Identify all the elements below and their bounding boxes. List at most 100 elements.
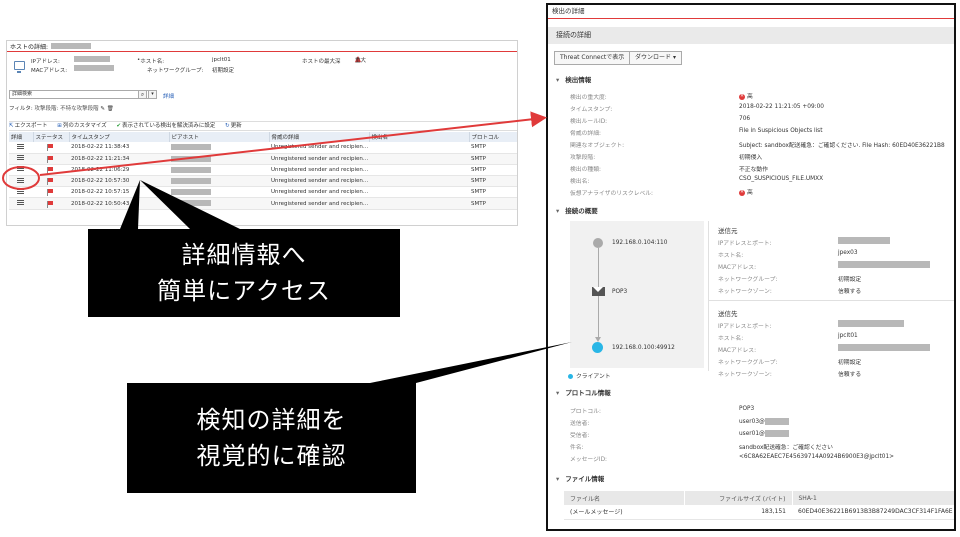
info-key: 攻撃段階:	[570, 155, 596, 161]
table-row[interactable]: (メールメッセージ) 183,151 60ED40E36221B6913B3B8…	[564, 505, 954, 520]
update-button[interactable]: ↻更新	[225, 123, 246, 129]
receiver-zone-label: ネットワークゾーン:	[718, 372, 772, 378]
flag-icon	[47, 144, 53, 152]
edit-icon[interactable]: ✎	[100, 106, 105, 112]
info-key: 検出ルールID:	[570, 119, 608, 125]
section-protocol-info[interactable]: プロトコル情報	[556, 387, 611, 397]
callout-easy-access: 詳細情報へ 簡単にアクセス	[88, 229, 400, 317]
protocol-value: POP3	[739, 406, 755, 412]
client-ip-label: 192.168.0.100:49912	[612, 345, 675, 351]
info-value: 初期侵入	[739, 155, 763, 161]
column-header[interactable]: 検出名	[369, 132, 470, 142]
detail-icon[interactable]	[17, 155, 24, 161]
redacted-peer-host	[171, 155, 211, 162]
sender-heading: 送信元	[718, 227, 738, 235]
advanced-search-link[interactable]: 詳細	[163, 92, 174, 100]
host-detail-title: ホストの詳細:	[10, 43, 49, 51]
flag-icon	[47, 200, 53, 208]
section-file-info[interactable]: ファイル情報	[556, 473, 604, 483]
redacted-peer-host	[171, 177, 211, 184]
receiver-mac-label: MACアドレス:	[718, 348, 757, 354]
threat-cell: Unregistered sender and recipient d...	[269, 142, 369, 154]
receiver-heading: 送信先	[718, 310, 738, 318]
sender-ip-label: IPアドレスとポート:	[718, 241, 772, 247]
hostname-label: • ホスト名:	[137, 57, 165, 65]
column-header[interactable]: ピアホスト	[169, 132, 270, 142]
mark-resolved-button[interactable]: ✔表示されている検出を解決済みに設定	[116, 123, 219, 129]
search-input[interactable]: 詳細検索	[9, 90, 154, 99]
info-key: 脅威の詳細:	[570, 131, 601, 137]
export-button[interactable]: ⇱エクスポート	[9, 123, 51, 129]
table-row[interactable]: 2018-02-22 10:57:15 Unregistered sender …	[9, 186, 517, 199]
host-node[interactable]	[593, 238, 603, 248]
protocol-key: 受信者:	[570, 433, 590, 439]
filter-bar: フィルタ: 攻撃段階: 不特な攻撃段階 ✎ 🗑	[9, 104, 114, 112]
computer-icon	[14, 61, 25, 73]
timestamp-cell: 2018-02-22 10:50:43	[69, 197, 169, 210]
severity-x-icon: ✕	[739, 189, 745, 196]
detection-detail-window: 検出の詳細 接続の詳細 Threat Connectで表示 ダウンロード ▾ 検…	[546, 3, 956, 531]
customize-columns-button[interactable]: ⊞列のカスタマイズ	[57, 123, 110, 129]
column-header[interactable]: 詳細	[9, 132, 34, 142]
host-ip-label: 192.168.0.104:110	[612, 240, 668, 246]
receiver-group-value: 初期設定	[838, 360, 862, 366]
client-dot-icon	[568, 374, 573, 379]
column-header[interactable]: ファイルサイズ (バイト)	[684, 491, 793, 505]
section-connection-summary[interactable]: 接続の概要	[556, 205, 598, 215]
threat-cell: Unregistered sender and recipient d...	[269, 175, 369, 188]
table-row[interactable]: 2018-02-22 10:57:30 Unregistered sender …	[9, 175, 517, 188]
sender-zone-label: ネットワークゾーン:	[718, 289, 772, 295]
client-node[interactable]	[592, 342, 603, 353]
protocol-key: 件名:	[570, 445, 584, 451]
redacted-ip	[74, 56, 110, 62]
protocol-value: <6C8A62EAEC7E45639714A0924B6900E3@jpclt0…	[739, 454, 895, 460]
info-key: 検出の種類:	[570, 167, 601, 173]
severity-x-icon: ✕	[739, 93, 745, 100]
client-legend: クライアント	[568, 371, 611, 380]
sender-group-value: 初期設定	[838, 277, 862, 283]
table-row[interactable]: 2018-02-22 11:38:43 Unregistered sender …	[9, 142, 517, 154]
threat-cell: Unregistered sender and recipient d...	[269, 197, 369, 210]
filter-label: フィルタ:	[9, 106, 33, 112]
column-header[interactable]: SHA-1	[792, 491, 954, 505]
detail-icon[interactable]	[17, 143, 24, 149]
table-row[interactable]: 2018-02-22 11:21:34 Unregistered sender …	[9, 153, 517, 165]
detail-icon[interactable]	[17, 200, 24, 206]
timestamp-cell: 2018-02-22 11:21:34	[69, 153, 169, 165]
column-header[interactable]: ファイル名	[564, 491, 685, 505]
info-key: 検出名:	[570, 179, 590, 185]
timestamp-cell: 2018-02-22 10:57:15	[69, 186, 169, 199]
redacted-peer-host	[171, 189, 211, 196]
host-detail-window: ホストの詳細: IPアドレス: MACアドレス: • ホスト名: jpclt01…	[6, 40, 518, 226]
redacted-peer-host	[171, 166, 211, 173]
network-group-label: ネットワークグループ:	[147, 68, 204, 74]
detail-icon[interactable]	[17, 177, 24, 183]
threat-connect-button[interactable]: Threat Connectで表示	[554, 51, 631, 65]
detail-icon[interactable]	[17, 166, 24, 172]
table-row[interactable]: 2018-02-22 10:50:43 Unregistered sender …	[9, 197, 517, 210]
column-header[interactable]: タイムスタンプ	[69, 132, 170, 142]
sender-zone-value: 信頼する	[838, 289, 862, 295]
table-row[interactable]: 2018-02-22 11:06:29 Unregistered sender …	[9, 164, 517, 177]
delete-icon[interactable]: 🗑	[107, 106, 114, 112]
column-header[interactable]: ステータス	[33, 132, 70, 142]
protocol-cell: SMTP	[469, 153, 517, 165]
column-header[interactable]: 脅威の詳細	[269, 132, 370, 142]
column-header[interactable]: プロトコル	[469, 132, 517, 142]
divider	[708, 300, 954, 301]
columns-icon: ⊞	[57, 123, 62, 129]
filter-condition[interactable]: 攻撃段階: 不特な攻撃段階	[35, 106, 99, 112]
callout-line: 詳細情報へ	[181, 241, 307, 269]
info-key: 検出の重大度:	[570, 95, 607, 101]
download-button[interactable]: ダウンロード ▾	[629, 51, 682, 65]
receiver-ip-label: IPアドレスとポート:	[718, 324, 772, 330]
info-key: 仮想アナライザのリスクレベル:	[570, 191, 653, 197]
chevron-down-icon[interactable]: ▾	[148, 90, 157, 99]
info-value: 2018-02-22 11:21:05 +09:00	[739, 104, 824, 110]
mail-icon	[592, 287, 605, 296]
section-detection-info[interactable]: 検出情報	[556, 74, 591, 84]
search-icon[interactable]: ⌕	[138, 90, 147, 99]
detail-icon[interactable]	[17, 188, 24, 194]
host-info-panel: IPアドレス: MACアドレス: • ホスト名: jpclt01 ネットワークグ…	[7, 52, 517, 78]
refresh-icon: ↻	[225, 123, 230, 129]
